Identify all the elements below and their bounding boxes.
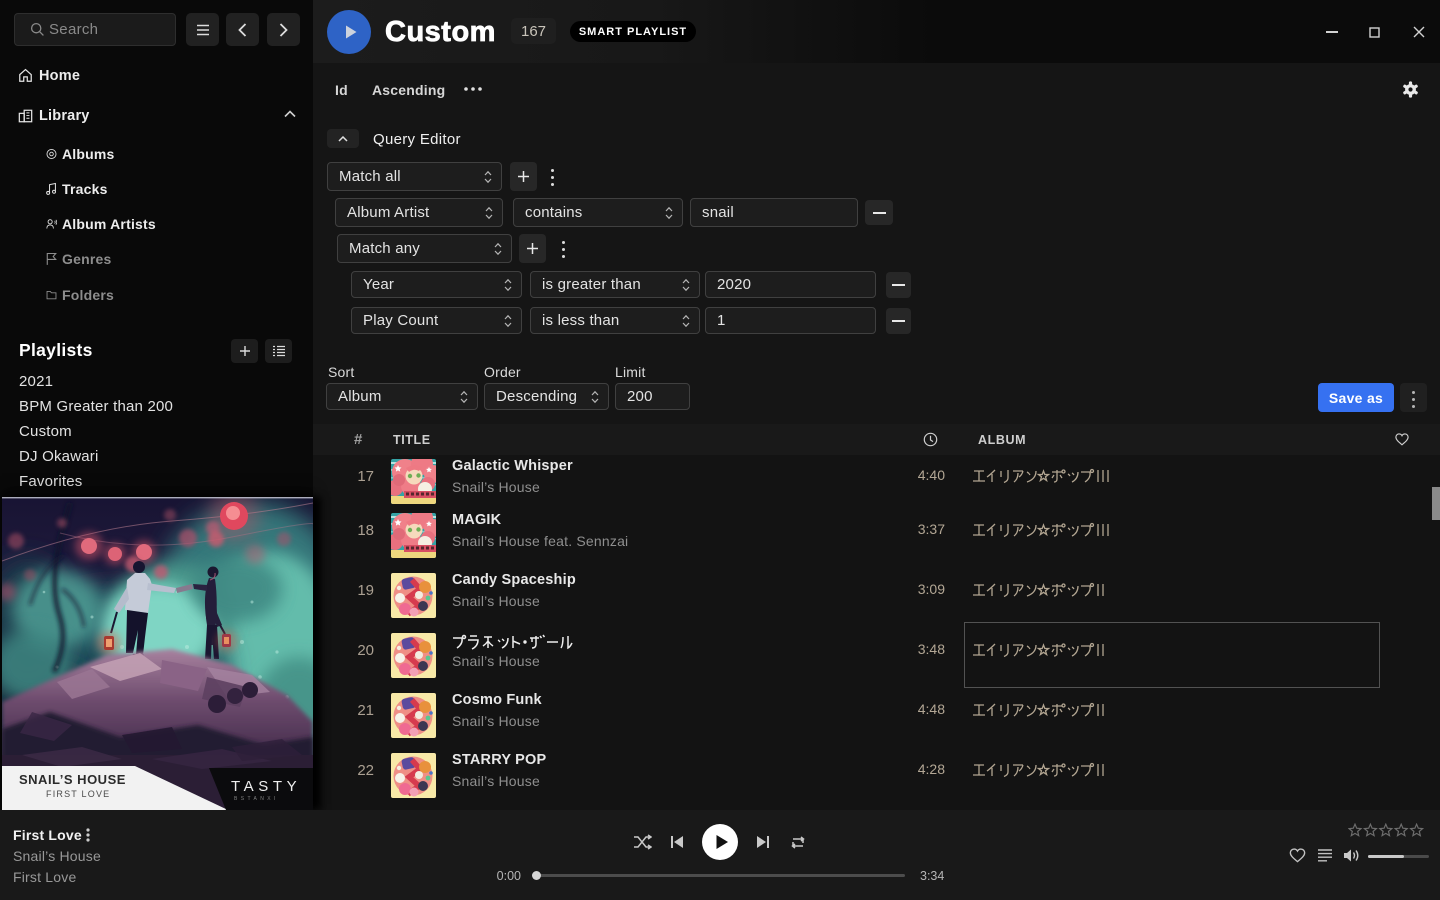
svg-text:TASTY: TASTY	[231, 778, 301, 795]
svg-text:FIRST LOVE: FIRST LOVE	[46, 789, 110, 799]
svg-text:SNAIL’S HOUSE: SNAIL’S HOUSE	[19, 772, 126, 787]
svg-text:BSTANXI: BSTANXI	[234, 796, 279, 802]
